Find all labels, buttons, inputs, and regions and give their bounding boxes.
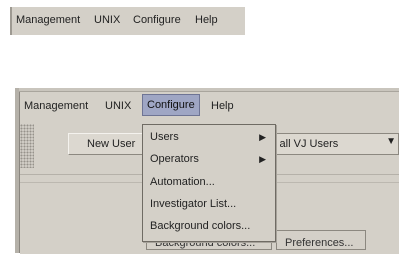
menu-unix[interactable]: UNIX: [105, 100, 131, 112]
menu-bar: Management UNIX Configure Help: [20, 92, 399, 121]
menu-item-automation[interactable]: Automation...: [150, 176, 215, 188]
menu-unix[interactable]: UNIX: [94, 14, 120, 26]
preferences-button[interactable]: Preferences...: [276, 230, 366, 250]
toolbar-grip-handle[interactable]: [20, 124, 34, 168]
user-filter-value: v all VJ Users: [271, 138, 339, 150]
menu-management[interactable]: Management: [16, 14, 80, 26]
menu-configure[interactable]: Configure: [133, 14, 181, 26]
submenu-arrow-icon: ▶: [259, 132, 266, 142]
menu-item-background-colors-label: Background colors...: [150, 220, 251, 232]
chevron-down-icon[interactable]: ▼: [386, 136, 396, 147]
menu-bar-top: Management UNIX Configure Help: [10, 7, 245, 35]
menu-item-background-colors[interactable]: Background colors...: [150, 220, 250, 232]
menu-help[interactable]: Help: [195, 14, 218, 26]
menu-item-operators[interactable]: Operators ▶: [150, 153, 270, 165]
configure-dropdown-menu: Users ▶ Operators ▶ Automation... Invest…: [142, 124, 276, 242]
menu-item-operators-label: Operators: [150, 153, 199, 165]
menu-item-users[interactable]: Users ▶: [150, 131, 270, 143]
menu-item-automation-label: Automation...: [150, 176, 215, 188]
menu-item-users-label: Users: [150, 131, 179, 143]
submenu-arrow-icon: ▶: [259, 154, 266, 164]
menu-management[interactable]: Management: [24, 100, 88, 112]
menu-configure-active[interactable]: Configure: [142, 94, 200, 116]
menu-help[interactable]: Help: [211, 100, 234, 112]
user-filter-combo[interactable]: v all VJ Users ▼: [270, 133, 399, 155]
new-user-label: New User: [87, 138, 136, 150]
menu-item-investigator-list[interactable]: Investigator List...: [150, 198, 236, 210]
menu-item-investigator-list-label: Investigator List...: [150, 198, 237, 210]
preferences-label: Preferences...: [285, 237, 354, 249]
